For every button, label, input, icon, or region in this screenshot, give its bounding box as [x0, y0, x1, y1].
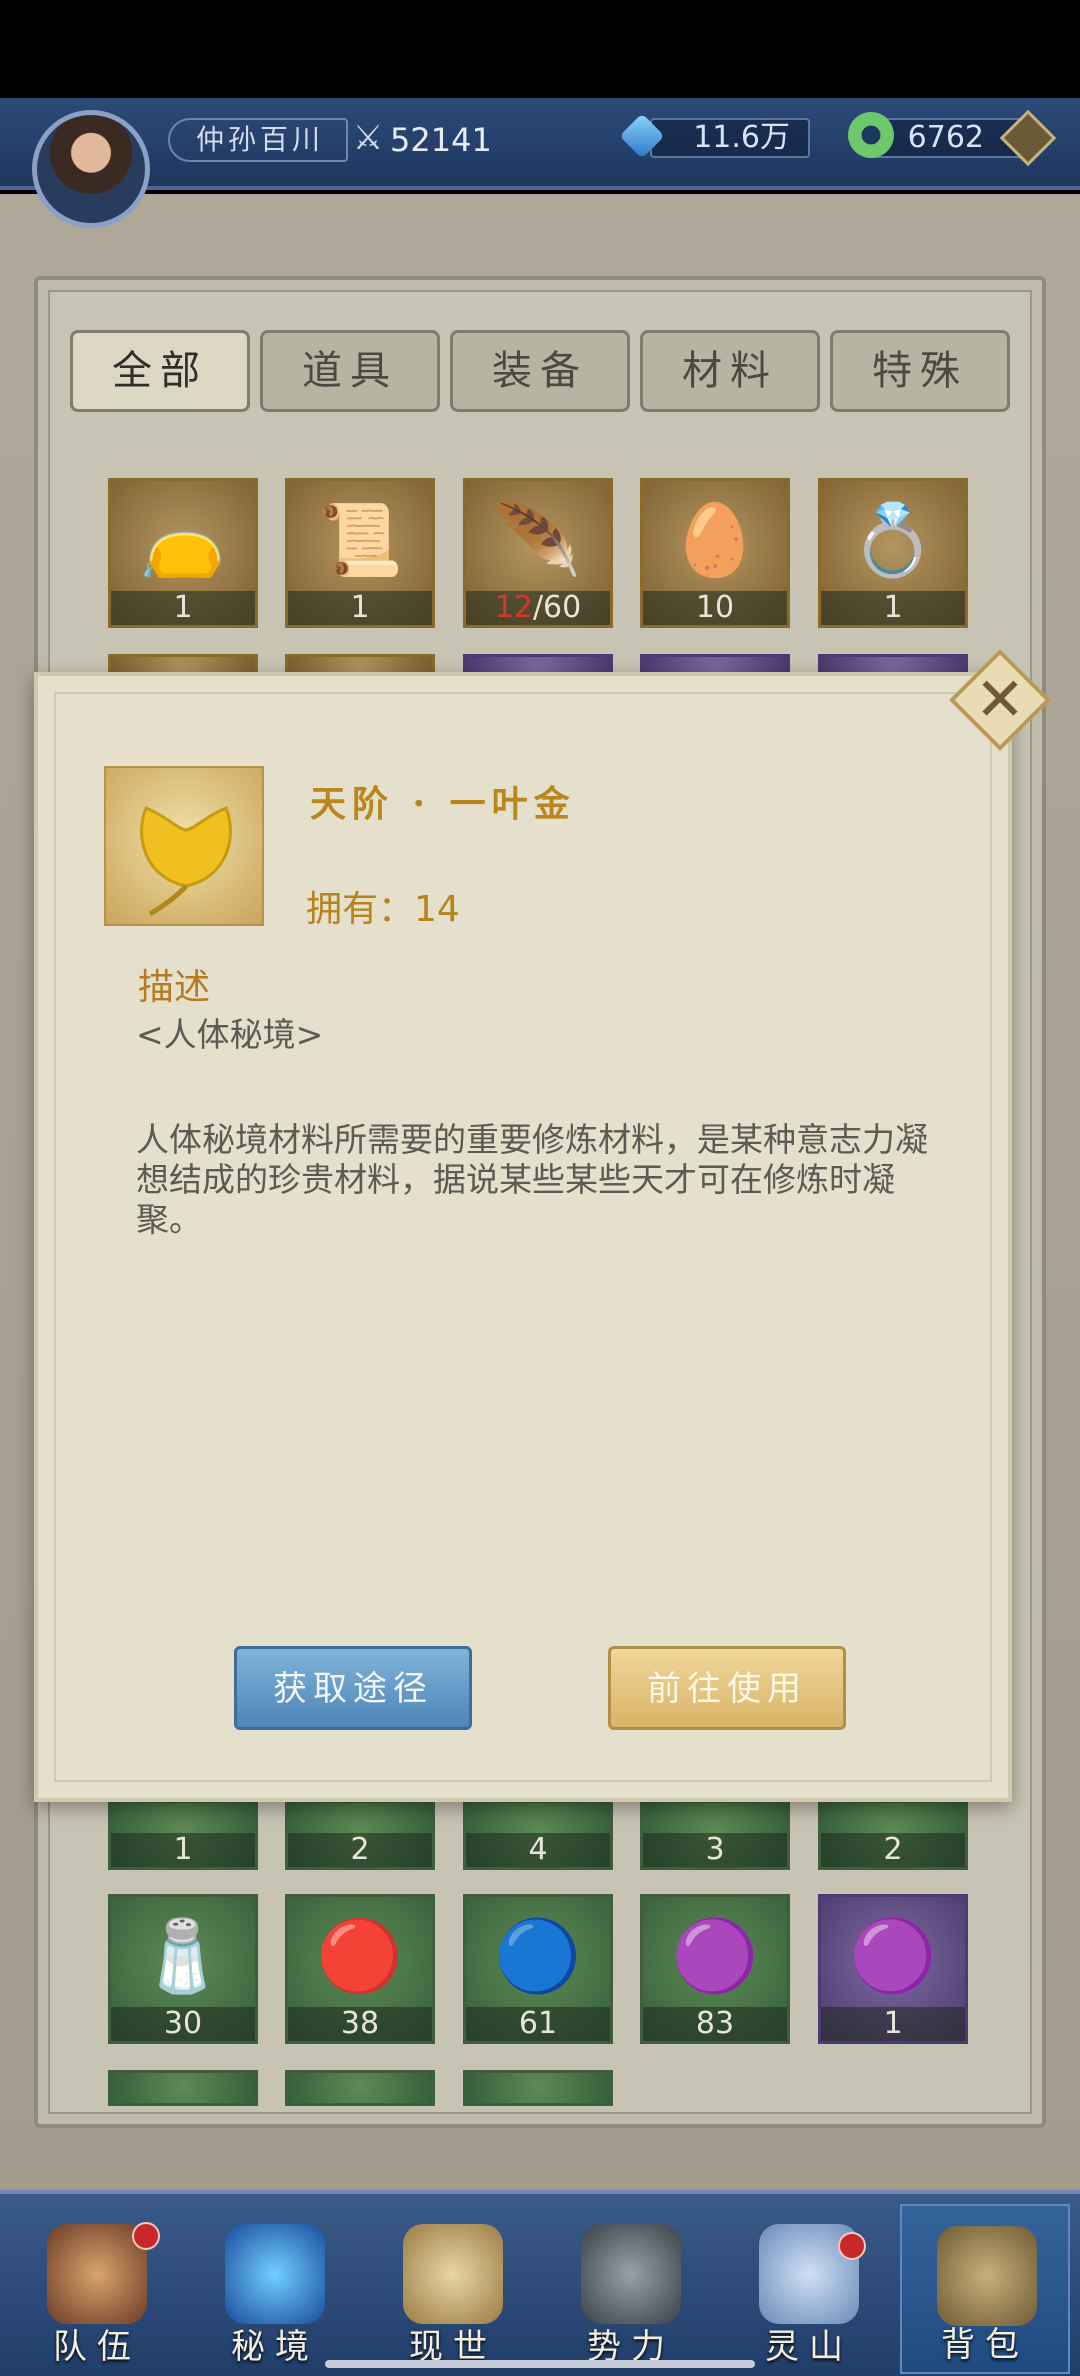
item-count: 2 — [821, 1833, 965, 1867]
item-count: 1 — [111, 1833, 255, 1867]
crystal-amount: 11.6万 — [650, 118, 810, 158]
scroll-icon: 📜 — [316, 499, 404, 581]
tab-props[interactable]: 道具 — [260, 330, 440, 412]
player-avatar[interactable] — [32, 110, 150, 228]
owned-count: 拥有：14 — [306, 889, 460, 930]
ginkgo-leaf-icon — [104, 766, 264, 926]
item-name: 天阶 · 一叶金 — [310, 783, 576, 825]
item-slot[interactable]: 2 — [818, 1800, 968, 1870]
nav-label: 队伍 — [53, 2327, 141, 2367]
item-slot[interactable] — [463, 2070, 613, 2106]
backpack-icon — [937, 2226, 1037, 2326]
item-slot[interactable]: 🪶 12/60 — [463, 478, 613, 628]
nav-world[interactable]: 现世 — [368, 2204, 538, 2374]
item-count: 61 — [466, 2007, 610, 2041]
item-count: 38 — [288, 2007, 432, 2041]
temple-icon — [581, 2224, 681, 2324]
item-slot[interactable]: 💍 1 — [818, 478, 968, 628]
item-count: 1 — [288, 591, 432, 625]
item-slot[interactable]: 3 — [640, 1800, 790, 1870]
notification-dot — [132, 2222, 160, 2250]
scroll-icon — [403, 2224, 503, 2324]
item-slot[interactable]: 🟣 1 — [818, 1894, 968, 2044]
fragment-icon: 🪶 — [494, 499, 582, 581]
item-count: 3 — [643, 1833, 787, 1867]
tab-special[interactable]: 特殊 — [830, 330, 1010, 412]
go-use-button[interactable]: 前往使用 — [608, 1646, 846, 1730]
item-count: 12/60 — [466, 591, 610, 625]
close-button[interactable]: ✕ — [949, 649, 1051, 751]
home-indicator[interactable] — [325, 2360, 755, 2368]
item-count: 30 — [111, 2007, 255, 2041]
vortex-icon — [225, 2224, 325, 2324]
notification-dot — [838, 2232, 866, 2260]
nav-secret-realm[interactable]: 秘境 — [190, 2204, 360, 2374]
red-pill-icon: 🔴 — [316, 1915, 404, 1997]
item-count: 1 — [111, 591, 255, 625]
power-icon: ⚔ — [352, 118, 384, 158]
nav-backpack[interactable]: 背包 — [900, 2204, 1070, 2374]
item-count: 83 — [643, 2007, 787, 2041]
close-icon: ✕ — [974, 665, 1026, 735]
nav-label: 背包 — [941, 2325, 1029, 2365]
blue-pill-icon: 🔵 — [494, 1915, 582, 1997]
item-count: 1 — [821, 2007, 965, 2041]
item-count: 4 — [466, 1833, 610, 1867]
item-slot[interactable]: 1 — [108, 1800, 258, 1870]
item-slot[interactable] — [285, 2070, 435, 2106]
item-count: 1 — [821, 591, 965, 625]
item-slot[interactable]: 🥚 10 — [640, 478, 790, 628]
status-bar — [0, 0, 1080, 98]
player-name: 仲孙百川 — [168, 118, 348, 162]
item-slot[interactable] — [108, 2070, 258, 2106]
tab-materials[interactable]: 材料 — [640, 330, 820, 412]
item-slot[interactable]: 🔴 38 — [285, 1894, 435, 2044]
purple-pill-icon: 🟣 — [849, 1915, 937, 1997]
item-slot[interactable]: 🟣 83 — [640, 1894, 790, 2044]
item-count: 2 — [288, 1833, 432, 1867]
nav-faction[interactable]: 势力 — [546, 2204, 716, 2374]
jade-icon — [848, 112, 894, 158]
item-slot[interactable]: 👝 1 — [108, 478, 258, 628]
item-slot[interactable]: 4 — [463, 1800, 613, 1870]
dragon-egg-icon: 🥚 — [671, 499, 759, 581]
item-count: 10 — [643, 591, 787, 625]
description-title: 描述 — [138, 967, 211, 1008]
description-text: 人体秘境材料所需要的重要修炼材料，是某种意志力凝想结成的珍贵材料，据说某些某些天… — [136, 1120, 928, 1239]
item-slot[interactable]: 🧂 30 — [108, 1894, 258, 2044]
item-slot[interactable]: 📜 1 — [285, 478, 435, 628]
player-power: 52141 — [390, 121, 492, 159]
description-category: <人体秘境> — [136, 1015, 324, 1054]
item-slot[interactable]: 🔵 61 — [463, 1894, 613, 2044]
nav-spirit-mountain[interactable]: 灵山 — [724, 2204, 894, 2374]
item-slot[interactable]: 2 — [285, 1800, 435, 1870]
purple-pill-icon: 🟣 — [671, 1915, 759, 1997]
tab-equipment[interactable]: 装备 — [450, 330, 630, 412]
tab-all[interactable]: 全部 — [70, 330, 250, 412]
powder-icon: 🧂 — [139, 1915, 227, 1997]
pouch-icon: 👝 — [139, 499, 227, 581]
get-source-button[interactable]: 获取途径 — [234, 1646, 472, 1730]
ring-icon: 💍 — [849, 499, 937, 581]
